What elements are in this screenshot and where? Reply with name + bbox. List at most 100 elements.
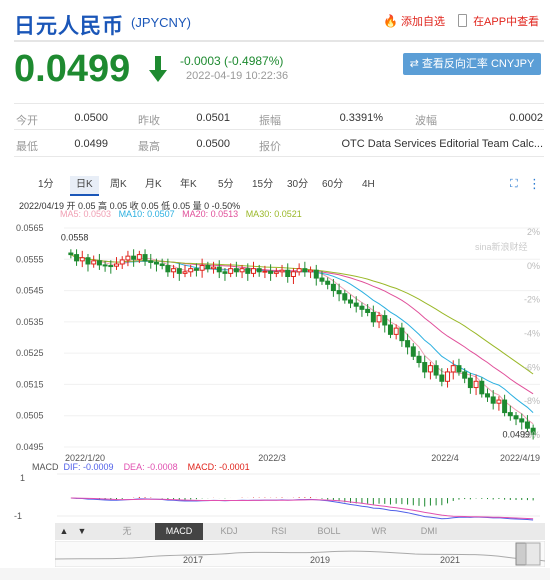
- reverse-rate-button[interactable]: ⇄ 查看反向汇率 CNYJPY: [403, 53, 541, 75]
- candle-body[interactable]: [330, 283, 336, 292]
- indicator-kdj[interactable]: KDJ: [205, 523, 253, 540]
- indicator-rsi[interactable]: RSI: [255, 523, 303, 540]
- candle-body[interactable]: [290, 271, 296, 277]
- add-watchlist-button[interactable]: 🔥 添加自选: [383, 13, 445, 29]
- fullscreen-icon[interactable]: ⛶: [510, 178, 518, 191]
- candle-body[interactable]: [382, 315, 388, 326]
- candle-body[interactable]: [239, 268, 245, 273]
- tab-30min[interactable]: 30分: [287, 176, 308, 194]
- candle-body[interactable]: [142, 254, 148, 262]
- candle-body[interactable]: [502, 399, 508, 414]
- candle-body[interactable]: [188, 268, 194, 273]
- candle-body[interactable]: [524, 421, 530, 429]
- candle-body[interactable]: [416, 355, 422, 364]
- candle-body[interactable]: [519, 418, 525, 423]
- tab-weekly[interactable]: 周K: [110, 176, 127, 194]
- candle-body[interactable]: [399, 327, 405, 342]
- candle-body[interactable]: [268, 270, 274, 274]
- indicator-boll[interactable]: BOLL: [305, 523, 353, 540]
- candle-body[interactable]: [319, 277, 325, 282]
- candle-body[interactable]: [422, 362, 428, 373]
- candle-body[interactable]: [507, 412, 513, 417]
- candle-body[interactable]: [85, 257, 91, 265]
- candle-body[interactable]: [165, 265, 171, 273]
- tab-daily[interactable]: 日K: [70, 176, 99, 196]
- candle-body[interactable]: [228, 268, 234, 274]
- tab-4h[interactable]: 4H: [362, 176, 375, 194]
- candle-body[interactable]: [96, 260, 102, 266]
- scroll-left-button[interactable]: ▲: [55, 523, 73, 540]
- candle-body[interactable]: [462, 371, 468, 379]
- candle-body[interactable]: [108, 265, 114, 268]
- candle-body[interactable]: [439, 374, 445, 382]
- candle-body[interactable]: [250, 268, 256, 274]
- candle-body[interactable]: [114, 263, 120, 267]
- candle-body[interactable]: [433, 365, 439, 376]
- candle-body[interactable]: [193, 268, 199, 271]
- candle-body[interactable]: [233, 268, 239, 273]
- time-navigator[interactable]: 2017 2019 2021: [55, 541, 545, 567]
- candle-body[interactable]: [450, 365, 456, 373]
- candle-body[interactable]: [456, 365, 462, 373]
- tab-yearly[interactable]: 年K: [180, 176, 197, 194]
- candle-body[interactable]: [216, 266, 222, 273]
- kline-chart[interactable]: sina新浪财经 0.0565 0.0555 0.0545 0.0535 0.0525 0…: [0, 218, 550, 463]
- candle-body[interactable]: [410, 346, 416, 357]
- candle-body[interactable]: [148, 260, 154, 263]
- candle-body[interactable]: [199, 265, 205, 271]
- candle-body[interactable]: [102, 264, 108, 267]
- candle-body[interactable]: [302, 268, 308, 273]
- navigator-handle[interactable]: [515, 542, 527, 566]
- candle-body[interactable]: [159, 263, 165, 267]
- tab-5min[interactable]: 5分: [218, 176, 234, 194]
- candle-body[interactable]: [365, 308, 371, 313]
- candle-body[interactable]: [467, 377, 473, 389]
- indicator-none[interactable]: 无: [103, 523, 151, 540]
- candle-body[interactable]: [262, 270, 268, 273]
- candle-body[interactable]: [296, 268, 302, 273]
- candle-body[interactable]: [376, 315, 382, 323]
- candle-body[interactable]: [513, 415, 519, 420]
- candle-body[interactable]: [427, 365, 433, 373]
- candle-body[interactable]: [176, 268, 182, 274]
- candle-body[interactable]: [479, 380, 485, 395]
- tab-60min[interactable]: 60分: [322, 176, 343, 194]
- candle-body[interactable]: [68, 252, 74, 256]
- candle-body[interactable]: [359, 305, 365, 310]
- candle-body[interactable]: [393, 327, 399, 335]
- candle-body[interactable]: [171, 268, 177, 273]
- candle-body[interactable]: [370, 311, 376, 323]
- candle-body[interactable]: [484, 393, 490, 398]
- candle-body[interactable]: [325, 280, 331, 285]
- tab-15min[interactable]: 15分: [252, 176, 273, 194]
- candle-body[interactable]: [496, 399, 502, 404]
- candle-body[interactable]: [125, 255, 131, 261]
- candle-body[interactable]: [336, 290, 342, 295]
- candle-body[interactable]: [131, 255, 137, 260]
- candle-body[interactable]: [91, 260, 97, 265]
- indicator-wr[interactable]: WR: [355, 523, 403, 540]
- candle-body[interactable]: [308, 269, 314, 273]
- more-options-icon[interactable]: ⋮: [528, 176, 541, 192]
- candle-body[interactable]: [405, 340, 411, 348]
- candle-body[interactable]: [256, 268, 262, 273]
- candle-body[interactable]: [387, 324, 393, 335]
- candle-body[interactable]: [211, 266, 217, 270]
- candle-body[interactable]: [182, 271, 188, 274]
- candle-body[interactable]: [79, 257, 85, 262]
- candle-body[interactable]: [205, 265, 211, 270]
- indicator-macd[interactable]: MACD: [155, 523, 203, 540]
- candle-body[interactable]: [473, 380, 479, 389]
- candle-body[interactable]: [222, 271, 228, 274]
- candle-body[interactable]: [74, 254, 80, 262]
- candle-body[interactable]: [445, 371, 451, 382]
- candle-body[interactable]: [136, 254, 142, 260]
- candle-body[interactable]: [119, 259, 125, 265]
- indicator-dmi[interactable]: DMI: [405, 523, 453, 540]
- candle-body[interactable]: [273, 271, 279, 274]
- candle-body[interactable]: [279, 269, 285, 273]
- candle-body[interactable]: [285, 269, 291, 277]
- tab-monthly[interactable]: 月K: [145, 176, 162, 194]
- candle-body[interactable]: [342, 293, 348, 301]
- candle-body[interactable]: [313, 269, 319, 279]
